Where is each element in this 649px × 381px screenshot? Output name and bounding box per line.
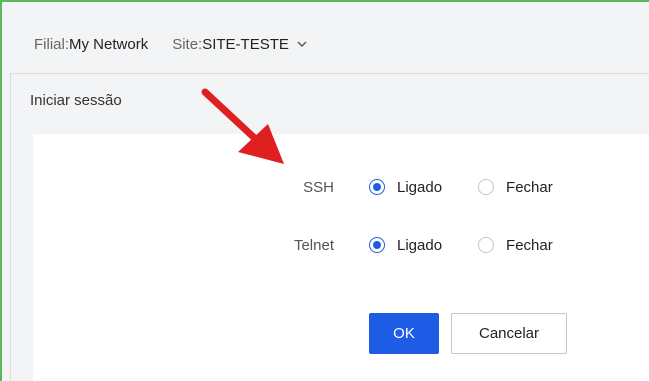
branch-selector[interactable]: Filial: My Network	[34, 36, 148, 53]
ssh-label: SSH	[303, 178, 334, 196]
ssh-on-radio[interactable]: Ligado	[369, 179, 442, 196]
telnet-off-radio[interactable]: Fechar	[478, 237, 553, 254]
breadcrumb: Filial: My Network Site: SITE-TESTE	[10, 28, 307, 60]
branch-value: My Network	[69, 35, 149, 53]
radio-checked-icon[interactable]	[369, 179, 385, 195]
radio-checked-icon[interactable]	[369, 237, 385, 253]
cancel-button[interactable]: Cancelar	[451, 313, 567, 354]
telnet-off-label: Fechar	[506, 236, 553, 254]
telnet-label: Telnet	[293, 236, 334, 254]
telnet-radio-group: Ligado Fechar	[369, 237, 553, 254]
ssh-on-label: Ligado	[397, 178, 443, 196]
radio-unchecked-icon[interactable]	[478, 237, 495, 253]
site-label: Site:	[172, 35, 203, 53]
ok-button[interactable]: OK	[369, 313, 439, 354]
left-divider	[10, 74, 11, 381]
ssh-off-radio[interactable]: Fechar	[478, 179, 553, 196]
ssh-off-label: Fechar	[506, 178, 553, 196]
top-bar: Filial: My Network Site: SITE-TESTE	[10, 14, 649, 74]
site-value: SITE-TESTE	[202, 35, 289, 53]
branch-label: Filial:	[34, 35, 70, 53]
section-title: Iniciar sessão	[30, 92, 122, 109]
site-selector[interactable]: Site: SITE-TESTE	[172, 36, 307, 53]
chevron-down-icon[interactable]	[297, 39, 307, 49]
radio-unchecked-icon[interactable]	[478, 179, 495, 195]
ssh-radio-group: Ligado Fechar	[369, 179, 553, 196]
telnet-on-radio[interactable]: Ligado	[369, 237, 442, 254]
telnet-on-label: Ligado	[397, 236, 443, 254]
